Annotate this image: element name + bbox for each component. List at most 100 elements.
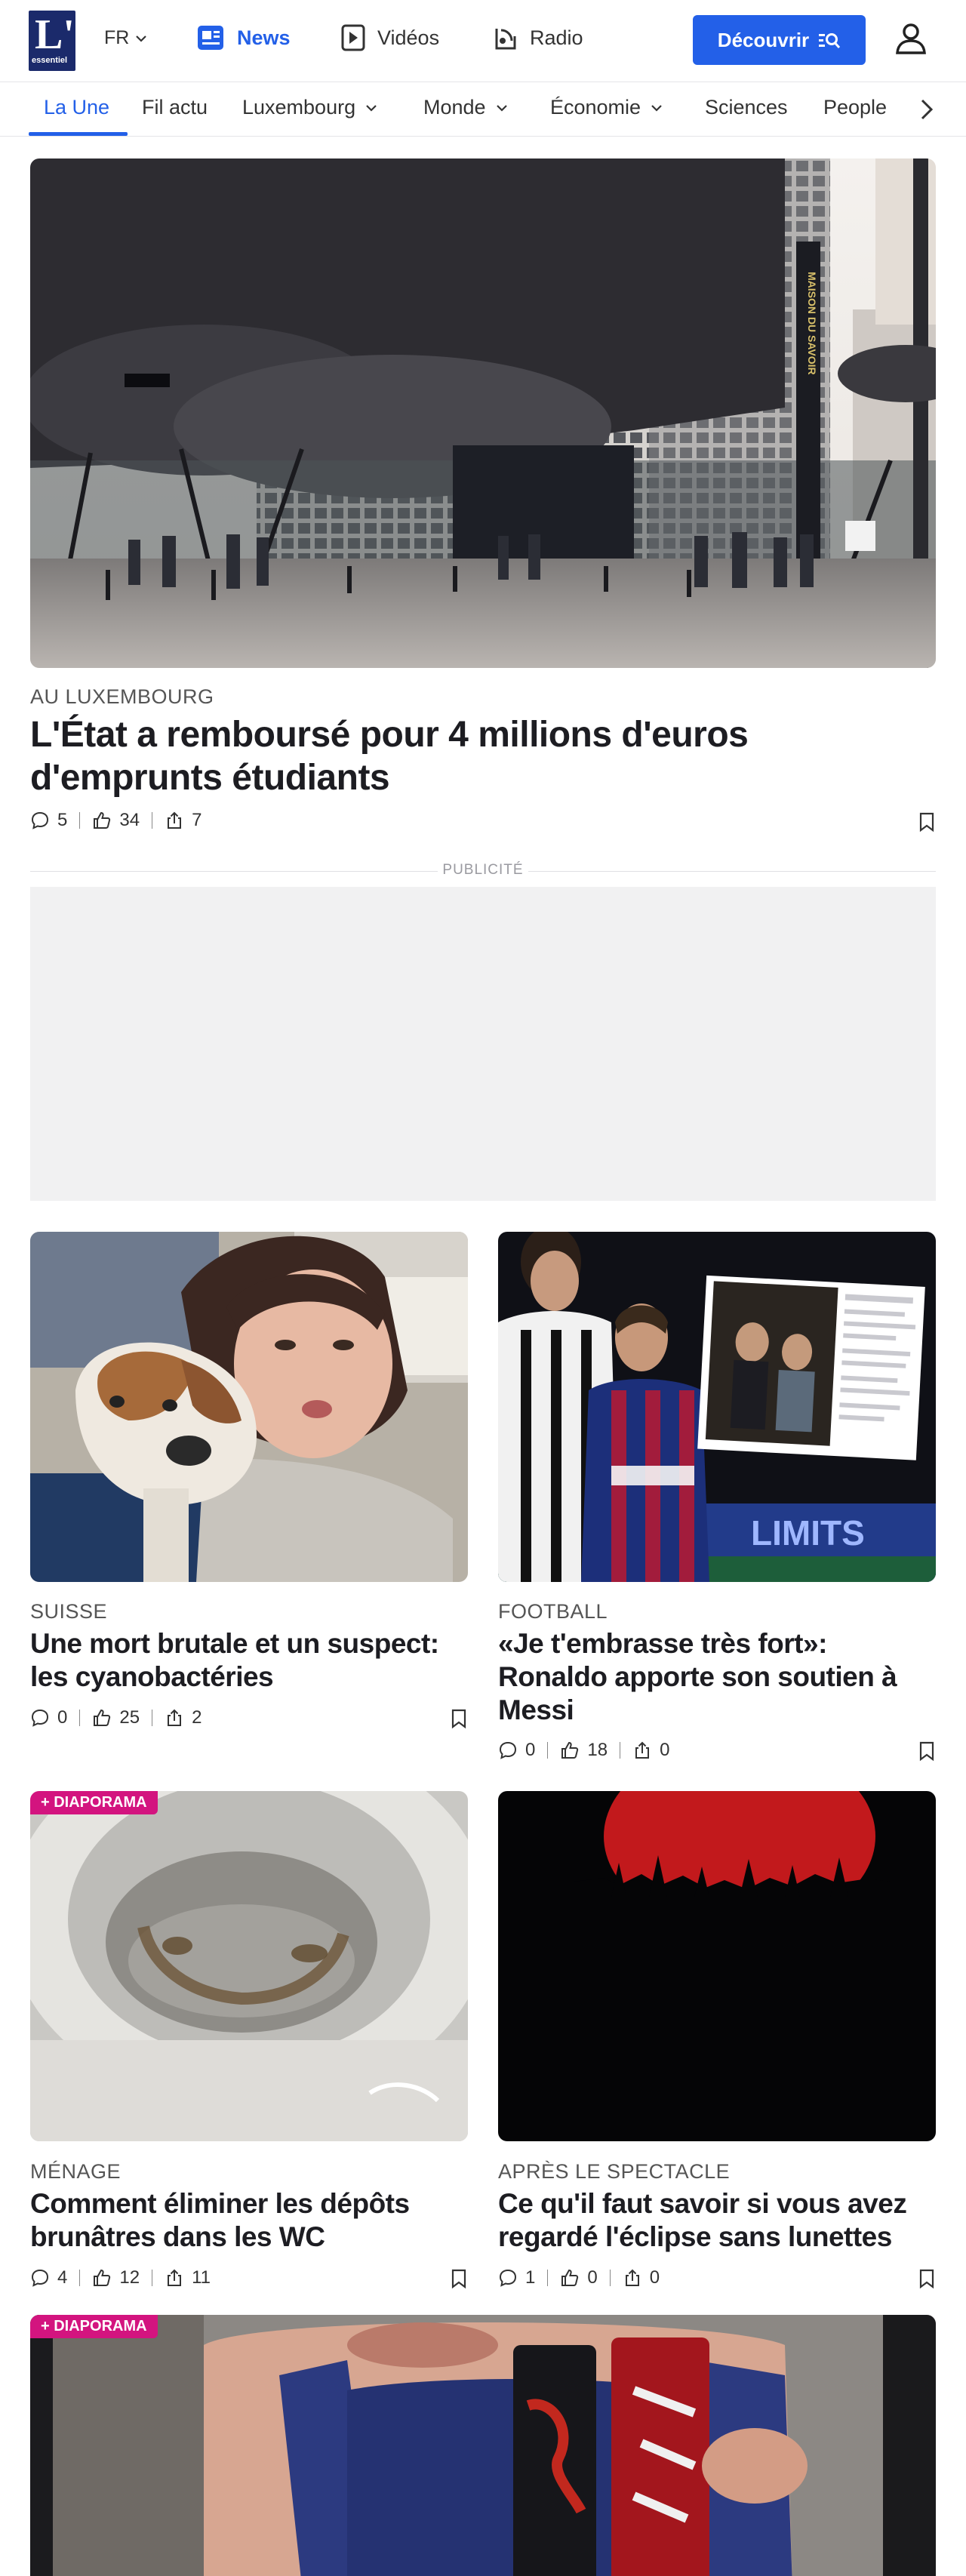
- bookmark-icon: [919, 812, 934, 833]
- likes-count[interactable]: 0: [560, 2267, 598, 2288]
- shares-value: 2: [192, 1707, 202, 1728]
- shares-count[interactable]: 0: [623, 2267, 660, 2288]
- comments-value: 1: [525, 2267, 536, 2288]
- tab-economie[interactable]: Économie: [550, 96, 665, 119]
- bookmark-button[interactable]: [918, 1740, 936, 1762]
- likes-count[interactable]: 18: [560, 1740, 608, 1761]
- bookmark-button[interactable]: [450, 2268, 468, 2289]
- likes-count[interactable]: 25: [92, 1707, 140, 1728]
- shares-value: 7: [192, 810, 202, 830]
- bookmark-icon: [451, 1709, 466, 1729]
- tab-sciences[interactable]: Sciences: [705, 96, 788, 119]
- language-selector[interactable]: FR: [104, 27, 149, 49]
- discover-label: Découvrir: [717, 28, 810, 51]
- thumbs-up-icon: [94, 2269, 111, 2286]
- likes-value: 25: [119, 1707, 140, 1728]
- ad-label: PUBLICITÉ: [442, 862, 524, 878]
- shares-count[interactable]: 2: [165, 1707, 202, 1728]
- tab-label: People: [823, 96, 888, 118]
- account-button[interactable]: [892, 20, 930, 57]
- chevron-right-icon: [921, 99, 934, 120]
- article-image[interactable]: + DIAPORAMA: [30, 1791, 468, 2141]
- site-header: L' essentiel FR News Vidéos Radio Découv…: [0, 0, 966, 82]
- hero-kicker: AU LUXEMBOURG: [30, 685, 214, 708]
- nav-news[interactable]: News: [195, 23, 291, 53]
- search-list-icon: [819, 33, 841, 49]
- tab-luxembourg[interactable]: Luxembourg: [242, 96, 380, 119]
- slideshow-badge: + DIAPORAMA: [30, 1791, 158, 1814]
- hero-stats: 5 34 7: [30, 810, 202, 831]
- comments-count[interactable]: 1: [498, 2267, 535, 2288]
- chevron-down-icon: [366, 104, 377, 112]
- article-stats: 0 25 2: [30, 1707, 202, 1728]
- tab-monde[interactable]: Monde: [423, 96, 510, 119]
- discover-button[interactable]: Découvrir: [693, 15, 866, 65]
- likes-count[interactable]: 34: [92, 810, 140, 831]
- comments-count[interactable]: 4: [30, 2267, 67, 2288]
- category-tabs: La Une Fil actu Luxembourg Monde Économi…: [0, 82, 966, 137]
- shares-count[interactable]: 11: [165, 2267, 211, 2288]
- toilet-photo: [30, 1791, 468, 2141]
- tabs-scroll-right-button[interactable]: [912, 93, 942, 126]
- comments-count[interactable]: 5: [30, 810, 67, 831]
- nav-news-label: News: [237, 26, 291, 49]
- building-photo: MAISON DU SAVOIR: [30, 158, 936, 668]
- article-kicker: APRÈS LE SPECTACLE: [498, 2160, 731, 2183]
- tab-label: Luxembourg: [242, 96, 356, 118]
- tab-fil-actu[interactable]: Fil actu: [142, 96, 208, 119]
- article-title[interactable]: Une mort brutale et un suspect: les cyan…: [30, 1627, 468, 1694]
- article-image[interactable]: [30, 1232, 468, 1582]
- comments-count[interactable]: 0: [30, 1707, 67, 1728]
- sign-text: MAISON DU SAVOIR: [806, 272, 818, 375]
- shares-count[interactable]: 7: [165, 810, 202, 831]
- site-logo[interactable]: L' essentiel: [29, 11, 75, 71]
- nav-radio[interactable]: Radio: [492, 23, 583, 53]
- article-image[interactable]: + DIAPORAMA: [30, 2315, 936, 2576]
- eclipse-photo: [498, 1791, 936, 2141]
- article-title[interactable]: Comment éliminer les dépôts brunâtres da…: [30, 2187, 468, 2254]
- article-image[interactable]: LIMITS: [498, 1232, 936, 1582]
- active-tab-indicator: [29, 132, 128, 136]
- shares-count[interactable]: 0: [632, 1740, 669, 1761]
- tab-label: La Une: [44, 96, 110, 118]
- comments-value: 0: [525, 1740, 536, 1760]
- hero-title[interactable]: L'État a remboursé pour 4 millions d'eur…: [30, 713, 860, 799]
- share-icon: [635, 1741, 650, 1759]
- thumbs-up-icon: [94, 811, 111, 829]
- likes-value: 0: [587, 2267, 598, 2288]
- comment-icon: [499, 1741, 517, 1759]
- hero-image[interactable]: MAISON DU SAVOIR: [30, 158, 936, 668]
- thumbs-up-icon: [94, 1709, 111, 1726]
- divider: [79, 812, 81, 829]
- bookmark-button[interactable]: [450, 1708, 468, 1729]
- language-label: FR: [104, 27, 130, 48]
- bookmark-button[interactable]: [918, 811, 936, 833]
- share-icon: [168, 2269, 182, 2286]
- article-title[interactable]: Ce qu'il faut savoir si vous avez regard…: [498, 2187, 936, 2254]
- share-icon: [625, 2269, 639, 2286]
- logo-mark: L': [35, 11, 75, 58]
- article-title[interactable]: «Je t'embrasse très fort»: Ronaldo appor…: [498, 1627, 936, 1727]
- comments-count[interactable]: 0: [498, 1740, 535, 1761]
- chevron-down-icon: [496, 104, 507, 112]
- comments-value: 0: [57, 1707, 68, 1728]
- bookmark-button[interactable]: [918, 2268, 936, 2289]
- comments-value: 5: [57, 810, 68, 830]
- likes-value: 12: [119, 2267, 140, 2288]
- likes-count[interactable]: 12: [92, 2267, 140, 2288]
- nav-videos-label: Vidéos: [377, 26, 440, 49]
- dog-photo: [30, 1232, 468, 1582]
- article-image[interactable]: [498, 1791, 936, 2141]
- tab-la-une[interactable]: La Une: [44, 96, 109, 119]
- tab-label: Économie: [550, 96, 641, 118]
- article-stats: 1 0 0: [498, 2267, 660, 2288]
- tab-label: Fil actu: [142, 96, 208, 118]
- nav-videos[interactable]: Vidéos: [340, 23, 439, 53]
- comment-icon: [31, 2269, 49, 2287]
- shares-value: 0: [660, 1740, 670, 1760]
- likes-value: 34: [119, 810, 140, 830]
- tab-people[interactable]: People: [823, 96, 887, 119]
- user-icon: [896, 23, 926, 54]
- likes-value: 18: [587, 1740, 608, 1760]
- ad-slot[interactable]: [30, 887, 936, 1201]
